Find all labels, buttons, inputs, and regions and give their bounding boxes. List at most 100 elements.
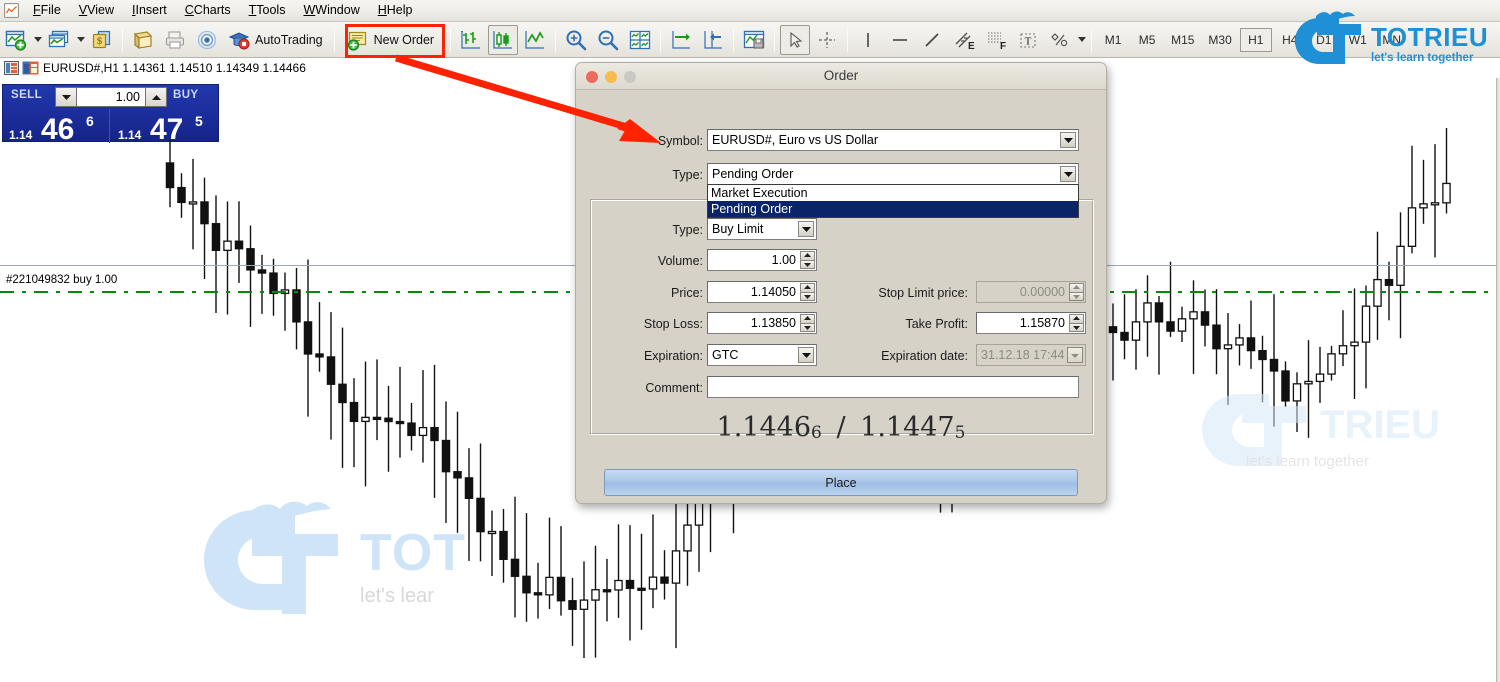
expiration-label: Expiration: xyxy=(611,349,703,363)
profiles-dropdown-icon[interactable] xyxy=(75,25,86,55)
dropdown-option-pending-order[interactable]: Pending Order xyxy=(708,201,1078,217)
zoom-out-icon[interactable] xyxy=(593,25,623,55)
dialog-body: TRIEU let's learn together Symbol: EURUS… xyxy=(576,90,1106,504)
svg-text:E: E xyxy=(968,41,975,52)
symbol-dropdown-icon[interactable] xyxy=(1060,132,1076,148)
dialog-title: Order xyxy=(576,68,1106,83)
symbol-label: Symbol: xyxy=(611,134,703,148)
crosshair-icon[interactable] xyxy=(812,25,842,55)
order-type-dropdown-icon[interactable] xyxy=(798,221,814,237)
brand-name: TOTRIEU xyxy=(1371,22,1488,52)
toolbar-separator-8 xyxy=(847,28,848,52)
toolbar-separator-6 xyxy=(733,28,734,52)
take-profit-field[interactable]: 1.15870 xyxy=(976,312,1086,334)
execution-type-combobox[interactable]: Pending Order xyxy=(707,163,1079,185)
dropdown-option-market-execution[interactable]: Market Execution xyxy=(708,185,1078,201)
execution-type-dropdown-icon[interactable] xyxy=(1060,166,1076,182)
print-icon[interactable] xyxy=(160,25,190,55)
dialog-titlebar[interactable]: Order xyxy=(576,63,1106,90)
take-profit-spin-down-icon[interactable] xyxy=(1069,323,1084,333)
type-label: Type: xyxy=(611,168,703,182)
trendline-icon[interactable] xyxy=(917,25,947,55)
cursor-icon[interactable] xyxy=(780,25,810,55)
news-signal-icon[interactable] xyxy=(192,25,222,55)
menu-label-tools: Tools xyxy=(256,3,285,17)
autotrading-label[interactable]: AutoTrading xyxy=(255,33,330,47)
menu-label-window: Window xyxy=(315,3,359,17)
zoom-in-icon[interactable] xyxy=(561,25,591,55)
bar-chart-icon[interactable] xyxy=(456,25,486,55)
timeframe-m15[interactable]: M15 xyxy=(1165,28,1200,52)
new-chart-icon[interactable] xyxy=(1,25,31,55)
toolbar-separator-2 xyxy=(334,28,335,52)
order-type-combobox[interactable]: Buy Limit xyxy=(707,218,817,240)
symbol-combobox[interactable]: EURUSD#, Euro vs US Dollar xyxy=(707,129,1079,151)
menu-item-window[interactable]: WWindow xyxy=(294,1,368,20)
take-profit-spinner[interactable] xyxy=(1069,314,1084,332)
shift-chart-right-icon[interactable] xyxy=(666,25,696,55)
execution-type-dropdown-list[interactable]: Market Execution Pending Order xyxy=(707,184,1079,218)
order-type-label: Type: xyxy=(611,223,703,237)
text-label-icon[interactable]: T xyxy=(1013,25,1043,55)
expiration-date-label: Expiration date: xyxy=(808,349,968,363)
equidistant-channel-icon[interactable]: E xyxy=(949,25,979,55)
market-watch-icon[interactable]: $ xyxy=(87,25,117,55)
chart-price-scale[interactable] xyxy=(1496,78,1500,682)
timeframe-m1[interactable]: M1 xyxy=(1097,28,1129,52)
expiration-date-dropdown-icon xyxy=(1067,347,1083,363)
volume-label: Volume: xyxy=(611,254,703,268)
fibonacci-icon[interactable]: F xyxy=(981,25,1011,55)
shapes-dropdown-icon[interactable] xyxy=(1076,25,1087,55)
new-order-icon[interactable] xyxy=(343,25,373,55)
timeframe-m30[interactable]: M30 xyxy=(1202,28,1237,52)
new-chart-dropdown-icon[interactable] xyxy=(32,25,43,55)
menu-item-tools[interactable]: TTools xyxy=(240,1,295,20)
menu-label-view: View xyxy=(87,3,114,17)
new-order-label[interactable]: New Order xyxy=(374,33,446,47)
timeframe-h1[interactable]: H1 xyxy=(1240,28,1272,52)
tile-windows-icon[interactable] xyxy=(625,25,655,55)
toolbar-separator-3 xyxy=(450,28,451,52)
comment-label: Comment: xyxy=(611,381,703,395)
volume-spin-down-icon[interactable] xyxy=(800,260,815,270)
autotrading-icon[interactable] xyxy=(224,25,254,55)
save-template-icon[interactable] xyxy=(739,25,769,55)
take-profit-spin-up-icon[interactable] xyxy=(1069,314,1084,323)
auto-scroll-icon[interactable] xyxy=(698,25,728,55)
price-label: Price: xyxy=(611,286,703,300)
horizontal-line-icon[interactable] xyxy=(885,25,915,55)
menu-label-file: File xyxy=(41,3,61,17)
expiration-value: GTC xyxy=(708,348,738,362)
shapes-icon[interactable] xyxy=(1045,25,1075,55)
timeframe-m5[interactable]: M5 xyxy=(1131,28,1163,52)
order-dialog[interactable]: Order TRIEU let's learn together Symbol:… xyxy=(575,62,1107,504)
profiles-icon[interactable] xyxy=(44,25,74,55)
price-field[interactable]: 1.14050 xyxy=(707,281,817,303)
line-chart-icon[interactable] xyxy=(520,25,550,55)
bid-ask-quote: 1.14466 / 1.14475 xyxy=(576,412,1106,443)
data-window-icon[interactable] xyxy=(128,25,158,55)
volume-spinner[interactable] xyxy=(800,251,815,269)
place-button[interactable]: Place xyxy=(604,469,1078,496)
take-profit-label: Take Profit: xyxy=(808,317,968,331)
volume-field[interactable]: 1.00 xyxy=(707,249,817,271)
menu-item-charts[interactable]: CCharts xyxy=(176,1,240,20)
menu-label-charts: Charts xyxy=(194,3,231,17)
expiration-combobox[interactable]: GTC xyxy=(707,344,817,366)
stop-limit-price-label: Stop Limit price: xyxy=(808,286,968,300)
bid-price-sup: 6 xyxy=(811,423,822,443)
menu-item-file[interactable]: FFile xyxy=(24,1,70,20)
svg-text:T: T xyxy=(1025,35,1032,47)
ask-price: 1.1447 xyxy=(860,412,954,443)
symbol-value: EURUSD#, Euro vs US Dollar xyxy=(708,133,878,147)
stop-limit-price-field: 0.00000 xyxy=(976,281,1086,303)
menu-item-help[interactable]: HHelp xyxy=(369,1,422,20)
candlestick-chart-icon[interactable] xyxy=(488,25,518,55)
menu-item-view[interactable]: VView xyxy=(70,1,123,20)
vertical-line-icon[interactable] xyxy=(853,25,883,55)
volume-spin-up-icon[interactable] xyxy=(800,251,815,260)
stop-limit-spin-down-icon xyxy=(1069,292,1084,302)
menu-item-insert[interactable]: IInsert xyxy=(123,1,176,20)
stop-loss-field[interactable]: 1.13850 xyxy=(707,312,817,334)
comment-field[interactable] xyxy=(707,376,1079,398)
